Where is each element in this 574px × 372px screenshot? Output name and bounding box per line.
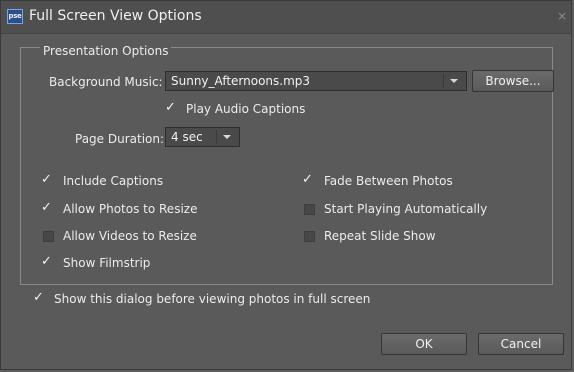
chevron-down-icon[interactable] [223,135,231,139]
play-audio-captions-checkbox[interactable]: ✓ [165,100,177,115]
full-screen-view-options-dialog: pse Full Screen View Options × Presentat… [0,0,572,370]
show-filmstrip-label: Show Filmstrip [63,256,151,270]
allow-photos-resize-checkbox[interactable]: ✓ [41,200,53,215]
fade-between-photos-checkbox[interactable]: ✓ [302,172,314,187]
app-icon: pse [7,9,23,24]
browse-button[interactable]: Browse... [472,70,554,92]
allow-photos-resize-label: Allow Photos to Resize [63,202,198,216]
check-icon: ✓ [165,100,176,115]
page-duration-value: 4 sec [171,130,203,144]
close-icon[interactable]: × [557,9,567,23]
show-filmstrip-checkbox[interactable]: ✓ [41,254,53,269]
dropdown-separator [216,130,217,144]
check-icon: ✓ [41,254,52,269]
dropdown-separator [443,74,444,88]
cancel-button[interactable]: Cancel [478,333,564,355]
start-playing-automatically-checkbox[interactable] [304,204,315,215]
page-duration-select[interactable]: 4 sec [165,127,240,147]
allow-videos-resize-label: Allow Videos to Resize [63,229,197,243]
fade-between-photos-label: Fade Between Photos [324,174,453,188]
background-music-select[interactable]: Sunny_Afternoons.mp3 [165,71,467,91]
repeat-slide-show-label: Repeat Slide Show [324,229,436,243]
dialog-title: Full Screen View Options [29,8,202,24]
show-dialog-label: Show this dialog before viewing photos i… [54,292,371,306]
page-duration-label: Page Duration: [75,132,165,146]
presentation-options-legend: Presentation Options [40,44,172,58]
repeat-slide-show-checkbox[interactable] [304,231,315,242]
check-icon: ✓ [41,200,52,215]
allow-videos-resize-checkbox[interactable] [43,231,54,242]
check-icon: ✓ [302,172,313,187]
show-dialog-checkbox[interactable]: ✓ [33,290,45,305]
play-audio-captions-label: Play Audio Captions [186,102,306,116]
check-icon: ✓ [41,172,52,187]
background-music-label: Background Music: [49,75,163,89]
include-captions-label: Include Captions [63,174,164,188]
background-music-value: Sunny_Afternoons.mp3 [171,74,311,88]
ok-button[interactable]: OK [381,333,467,355]
chevron-down-icon[interactable] [450,79,458,83]
include-captions-checkbox[interactable]: ✓ [41,172,53,187]
check-icon: ✓ [33,290,44,305]
start-playing-automatically-label: Start Playing Automatically [324,202,488,216]
title-bar[interactable]: pse Full Screen View Options × [1,1,571,34]
